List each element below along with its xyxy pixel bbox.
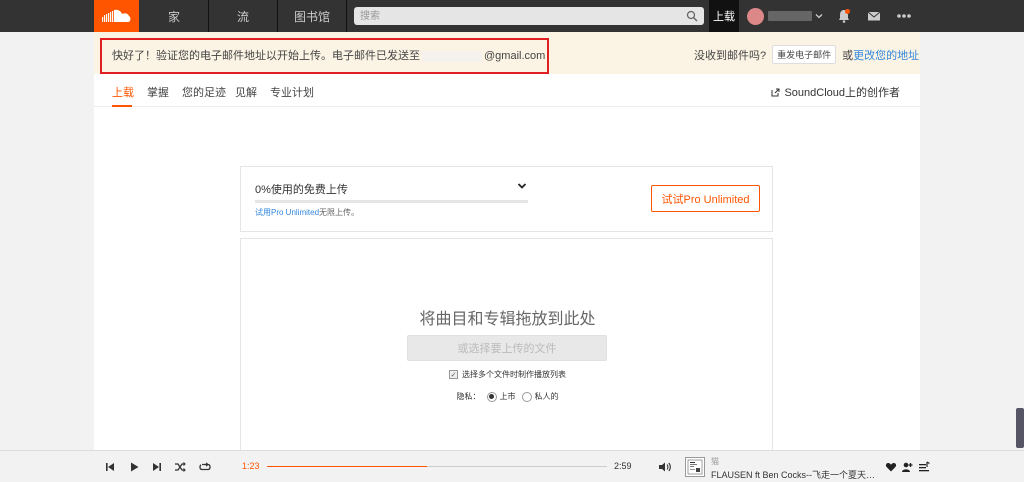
privacy-public-option[interactable]: 上市 [486,391,516,402]
main-content: 快好了！验证您的电子邮件地址以开始上传。电子邮件已发送至 @gmail.com 没… [94,32,920,450]
radio-selected-dot [489,394,494,399]
privacy-options: 隐私： 上市 私人的 [241,391,774,402]
upload-subtabs: 上载 掌握 您的足迹 见解 专业计划 SoundCloud上的创作者 [94,74,920,107]
chevron-down-icon[interactable] [517,181,527,191]
privacy-private-option[interactable]: 私人的 [521,391,559,402]
search-box [354,7,704,25]
track-title[interactable]: FLAUSEN ft Ben Cocks--飞走一个夏天（Ac... [711,468,881,481]
no-email-question: 没收到邮件吗? [694,49,767,62]
email-redacted [422,50,482,62]
creators-link[interactable]: SoundCloud上的创作者 [771,84,900,100]
follow-user-icon[interactable] [901,461,913,473]
playlist-option: ✓ 选择多个文件时制作播放列表 [241,369,774,380]
player-bar: 1:23 2:59 猫 FLAUSEN ft Ben Cocks--飞走一个夏天… [0,450,1024,482]
quota-subtext: 试用Pro Unlimited无限上传。 [255,207,359,218]
choose-files-button[interactable]: 或选择要上传的文件 [407,335,607,361]
chevron-down-icon[interactable] [815,12,823,20]
queue-icon[interactable] [918,461,930,473]
next-icon[interactable] [151,461,163,473]
more-icon[interactable] [896,8,912,24]
cloud-icon [101,9,130,22]
artwork-image-icon [687,459,703,475]
scrollbar[interactable] [1013,32,1024,450]
quota-title: 0%使用的免费上传 [255,184,348,196]
tab-upload[interactable]: 上载 [112,84,134,100]
play-icon[interactable] [128,461,140,473]
scrollbar-thumb[interactable] [1016,408,1024,448]
playlist-option-label: 选择多个文件时制作播放列表 [462,370,566,379]
drop-zone-title: 将曲目和专辑拖放到此处 [419,311,596,328]
creators-label: SoundCloud上的创作者 [784,87,900,99]
email-suffix: @gmail.com [484,50,546,62]
quota-subtext-rest: 无限上传。 [319,208,360,217]
external-link-icon [771,88,780,96]
total-time: 2:59 [614,461,632,471]
quota-progress-bar [255,200,528,203]
track-artwork[interactable] [685,457,705,477]
search-icon[interactable] [686,10,698,22]
resend-email-button[interactable]: 重发电子邮件 [772,45,837,64]
track-artist[interactable]: 猫 [711,456,719,467]
try-pro-unlimited-button[interactable]: 试试Pro Unlimited [651,185,760,212]
playback-progress-fill [267,466,427,467]
private-label: 私人的 [534,392,559,401]
resend-area: 没收到邮件吗? 重发电子邮件 或 更改您的地址 [694,45,919,64]
active-tab-indicator [112,105,132,107]
public-radio[interactable] [486,391,497,402]
private-radio[interactable] [521,391,532,402]
tab-pro-plans[interactable]: 专业计划 [270,84,314,100]
avatar[interactable] [747,8,764,25]
playlist-checkbox[interactable]: ✓ [449,370,458,379]
tab-insights[interactable]: 见解 [235,84,257,100]
verify-email-banner: 快好了！验证您的电子邮件地址以开始上传。电子邮件已发送至 @gmail.com 没… [94,32,920,74]
nav-stream[interactable]: 流 [209,0,278,32]
try-pro-link[interactable]: 试用Pro Unlimited [255,208,319,217]
tab-mastering[interactable]: 掌握 [147,84,169,100]
username-redacted[interactable] [768,11,812,21]
current-time: 1:23 [242,461,260,471]
playback-progress[interactable] [267,466,607,467]
shuffle-icon[interactable] [174,461,186,473]
soundcloud-logo[interactable] [94,0,139,32]
upload-drop-zone[interactable]: 将曲目和专辑拖放到此处 或选择要上传的文件 ✓ 选择多个文件时制作播放列表 隐私… [240,238,773,450]
nav-home[interactable]: 家 [140,0,209,32]
volume-icon[interactable] [658,461,672,473]
search-input[interactable] [354,7,704,25]
mail-icon[interactable] [866,8,882,24]
upload-quota-panel: 0%使用的免费上传 试用Pro Unlimited无限上传。 试试Pro Unl… [240,166,773,232]
or-text: 或 [842,49,854,62]
upload-nav-button[interactable]: 上载 [709,0,739,32]
notification-dot [845,9,850,14]
previous-icon[interactable] [104,461,116,473]
nav-library[interactable]: 图书馆 [278,0,347,32]
tab-your-tracks[interactable]: 您的足迹 [182,84,226,100]
top-header: 家 流 图书馆 上载 [0,0,1024,32]
verify-message: 快好了！验证您的电子邮件地址以开始上传。电子邮件已发送至 @gmail.com [112,47,545,63]
heart-icon[interactable] [885,461,897,473]
repeat-icon[interactable] [199,461,211,473]
change-address-link[interactable]: 更改您的地址 [853,47,919,63]
public-label: 上市 [499,392,516,401]
verify-text: 快好了！验证您的电子邮件地址以开始上传。电子邮件已发送至 [112,50,420,62]
privacy-label: 隐私： [456,392,481,401]
